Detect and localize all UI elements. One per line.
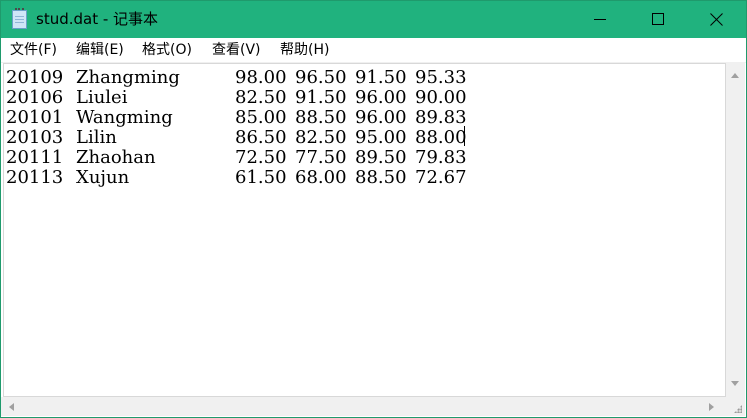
score: 82.50 bbox=[235, 87, 287, 108]
average-score: 79.83 bbox=[415, 147, 467, 168]
scroll-left-arrow-icon[interactable] bbox=[9, 403, 14, 411]
score: 89.50 bbox=[355, 147, 407, 168]
menu-file[interactable]: 文件(F) bbox=[10, 41, 57, 59]
menu-bar: 文件(F) 编辑(E) 格式(O) 查看(V) 帮助(H) bbox=[1, 38, 746, 63]
menu-edit[interactable]: 编辑(E) bbox=[76, 41, 124, 59]
text-line: 20111 Zhaohan 72.50 77.50 89.50 79.83 bbox=[6, 148, 467, 168]
score: 91.50 bbox=[355, 67, 407, 88]
text-line: 20106 Liulei 82.50 91.50 96.00 90.00 bbox=[6, 88, 467, 108]
score: 96.50 bbox=[295, 67, 347, 88]
score: 98.00 bbox=[235, 67, 287, 88]
student-id: 20101 bbox=[6, 107, 64, 128]
menu-help[interactable]: 帮助(H) bbox=[280, 41, 329, 59]
student-id: 20111 bbox=[6, 147, 64, 168]
score: 95.00 bbox=[355, 127, 407, 148]
resize-grip-icon[interactable] bbox=[726, 397, 745, 416]
notepad-icon[interactable] bbox=[12, 8, 27, 29]
average-score: 88.00 bbox=[415, 127, 467, 148]
menu-view[interactable]: 查看(V) bbox=[212, 41, 261, 59]
score: 68.00 bbox=[295, 167, 347, 188]
student-name: Liulei bbox=[76, 87, 128, 108]
student-name: Xujun bbox=[76, 167, 130, 188]
score: 96.00 bbox=[355, 87, 407, 108]
score: 86.50 bbox=[235, 127, 287, 148]
vertical-scrollbar[interactable] bbox=[726, 63, 745, 397]
average-score: 90.00 bbox=[415, 87, 467, 108]
scroll-right-arrow-icon[interactable] bbox=[709, 403, 714, 411]
student-id: 20103 bbox=[6, 127, 64, 148]
text-line: 20101 Wangming 85.00 88.50 96.00 89.83 bbox=[6, 108, 467, 128]
student-id: 20109 bbox=[6, 67, 64, 88]
close-button[interactable] bbox=[686, 1, 746, 38]
notepad-window: stud.dat - 记事本 文件(F) 编辑(E) 格式(O) 查看(V) 帮… bbox=[0, 0, 747, 418]
maximize-icon bbox=[652, 13, 664, 25]
minimize-button[interactable] bbox=[570, 1, 630, 38]
text-caret bbox=[464, 126, 465, 146]
text-editor-area[interactable]: 20109 Zhangming 98.00 96.50 91.50 95.33 … bbox=[3, 63, 726, 397]
horizontal-scrollbar[interactable] bbox=[1, 397, 726, 416]
average-score: 72.67 bbox=[415, 167, 467, 188]
student-name: Zhangming bbox=[76, 67, 180, 88]
score: 91.50 bbox=[295, 87, 347, 108]
score: 88.50 bbox=[295, 107, 347, 128]
close-icon bbox=[710, 13, 723, 26]
title-bar[interactable]: stud.dat - 记事本 bbox=[1, 1, 746, 38]
minimize-icon bbox=[594, 19, 606, 20]
window-title: stud.dat - 记事本 bbox=[36, 10, 159, 28]
score: 61.50 bbox=[235, 167, 287, 188]
score: 96.00 bbox=[355, 107, 407, 128]
scroll-up-arrow-icon[interactable] bbox=[731, 73, 739, 78]
student-id: 20113 bbox=[6, 167, 64, 188]
average-score: 95.33 bbox=[415, 67, 467, 88]
score: 85.00 bbox=[235, 107, 287, 128]
score: 88.50 bbox=[355, 167, 407, 188]
scroll-down-arrow-icon[interactable] bbox=[731, 381, 739, 386]
student-id: 20106 bbox=[6, 87, 64, 108]
maximize-button[interactable] bbox=[628, 1, 688, 38]
text-line: 20103 Lilin 86.50 82.50 95.00 88.00 bbox=[6, 128, 467, 148]
student-name: Lilin bbox=[76, 127, 117, 148]
score: 82.50 bbox=[295, 127, 347, 148]
menu-format[interactable]: 格式(O) bbox=[142, 41, 192, 59]
text-line: 20109 Zhangming 98.00 96.50 91.50 95.33 bbox=[6, 68, 467, 88]
score: 77.50 bbox=[295, 147, 347, 168]
score: 72.50 bbox=[235, 147, 287, 168]
student-name: Wangming bbox=[76, 107, 173, 128]
average-score: 89.83 bbox=[415, 107, 467, 128]
student-name: Zhaohan bbox=[76, 147, 156, 168]
text-line: 20113 Xujun 61.50 68.00 88.50 72.67 bbox=[6, 168, 467, 188]
